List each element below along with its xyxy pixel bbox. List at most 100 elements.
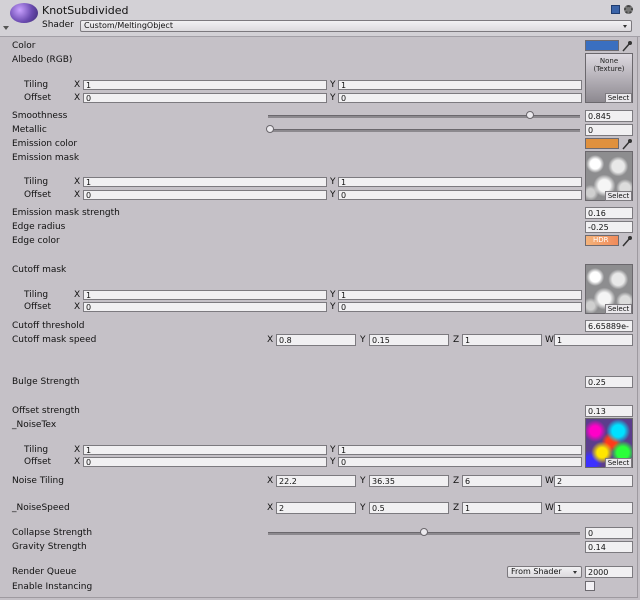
noise-tex-tiling-label: Tiling bbox=[24, 445, 49, 455]
albedo-tiling-x-field[interactable]: 1 bbox=[83, 80, 327, 90]
material-header: KnotSubdivided Shader Custom/MeltingObje… bbox=[0, 0, 640, 37]
gravity-strength-field[interactable]: 0.14 bbox=[585, 541, 633, 553]
smoothness-field[interactable]: 0.845 bbox=[585, 110, 633, 122]
noise-tex-offset-y-field[interactable]: 0 bbox=[338, 457, 582, 467]
cutoff-speed-y-field[interactable]: 0.15 bbox=[369, 334, 449, 346]
shader-label: Shader bbox=[42, 20, 74, 30]
noise-tex-tiling-x-field[interactable]: 1 bbox=[83, 445, 327, 455]
collapse-strength-field[interactable]: 0 bbox=[585, 527, 633, 539]
settings-gear-icon[interactable] bbox=[624, 5, 633, 14]
noise-speed-w-field[interactable]: 1 bbox=[554, 502, 633, 514]
edge-color-swatch[interactable]: HDR bbox=[585, 235, 619, 246]
noise-tex-texture-slot[interactable]: Select bbox=[585, 418, 633, 468]
albedo-tiling-y-field[interactable]: 1 bbox=[338, 80, 582, 90]
enable-instancing-checkbox[interactable] bbox=[585, 581, 595, 591]
metallic-slider-track[interactable] bbox=[268, 129, 580, 132]
material-title: KnotSubdivided bbox=[42, 4, 129, 17]
offset-strength-label: Offset strength bbox=[12, 406, 80, 416]
noise-speed-x-field[interactable]: 2 bbox=[276, 502, 356, 514]
albedo-offset-x-field[interactable]: 0 bbox=[83, 93, 327, 103]
render-queue-label: Render Queue bbox=[12, 567, 77, 577]
noise-tex-select-button[interactable]: Select bbox=[605, 458, 632, 468]
metallic-slider-handle[interactable] bbox=[266, 125, 274, 133]
emission-tiling-label: Tiling bbox=[24, 177, 49, 187]
eyedropper-icon[interactable] bbox=[622, 235, 632, 247]
emission-mask-select-button[interactable]: Select bbox=[605, 191, 632, 201]
emission-mask-strength-label: Emission mask strength bbox=[12, 208, 120, 218]
collapse-strength-label: Collapse Strength bbox=[12, 528, 93, 538]
emission-offset-x-axis: X bbox=[74, 190, 81, 200]
emission-mask-strength-field[interactable]: 0.16 bbox=[585, 207, 633, 219]
cutoff-mask-select-button[interactable]: Select bbox=[605, 304, 632, 314]
emission-color-swatch[interactable] bbox=[585, 138, 619, 149]
metallic-label: Metallic bbox=[12, 125, 47, 135]
color-swatch[interactable] bbox=[585, 40, 619, 51]
cutoff-mask-texture-slot[interactable]: Select bbox=[585, 264, 633, 314]
eyedropper-icon[interactable] bbox=[622, 40, 632, 52]
bulge-strength-field[interactable]: 0.25 bbox=[585, 376, 633, 388]
cutoff-speed-w-axis: W bbox=[545, 335, 554, 345]
noise-tiling-z-axis: Z bbox=[453, 476, 460, 486]
noise-speed-label: _NoiseSpeed bbox=[12, 503, 70, 513]
shader-dropdown[interactable]: Custom/MeltingObject bbox=[80, 20, 632, 32]
bulge-strength-label: Bulge Strength bbox=[12, 377, 80, 387]
albedo-offset-y-field[interactable]: 0 bbox=[338, 93, 582, 103]
noise-tiling-w-field[interactable]: 2 bbox=[554, 475, 633, 487]
book-help-icon[interactable] bbox=[611, 5, 620, 14]
render-queue-mode: From Shader bbox=[511, 567, 562, 576]
albedo-texture-slot[interactable]: None (Texture) Select bbox=[585, 53, 633, 103]
noise-speed-y-field[interactable]: 0.5 bbox=[369, 502, 449, 514]
cutoff-threshold-field[interactable]: 6.65889e- bbox=[585, 320, 633, 332]
collapse-slider-handle[interactable] bbox=[420, 528, 428, 536]
edge-color-label: Edge color bbox=[12, 236, 60, 246]
emission-color-label: Emission color bbox=[12, 139, 78, 149]
noise-tiling-z-field[interactable]: 6 bbox=[462, 475, 542, 487]
metallic-field[interactable]: 0 bbox=[585, 124, 633, 136]
albedo-select-button[interactable]: Select bbox=[605, 93, 632, 103]
emission-mask-texture-slot[interactable]: Select bbox=[585, 151, 633, 201]
render-queue-dropdown[interactable]: From Shader bbox=[507, 566, 582, 578]
foldout-arrow-icon[interactable] bbox=[3, 26, 9, 30]
noise-tiling-y-field[interactable]: 36.35 bbox=[369, 475, 449, 487]
material-sphere-icon bbox=[10, 3, 38, 23]
offset-strength-field[interactable]: 0.13 bbox=[585, 405, 633, 417]
noise-tiling-label: Noise Tiling bbox=[12, 476, 64, 486]
noise-speed-z-field[interactable]: 1 bbox=[462, 502, 542, 514]
emission-tiling-x-axis: X bbox=[74, 177, 81, 187]
noise-tex-offset-x-axis: X bbox=[74, 457, 81, 467]
noise-tex-tiling-y-axis: Y bbox=[330, 445, 336, 455]
emission-offset-x-field[interactable]: 0 bbox=[83, 190, 327, 200]
edge-radius-field[interactable]: -0.25 bbox=[585, 221, 633, 233]
albedo-offset-label: Offset bbox=[24, 93, 52, 103]
cutoff-speed-x-axis: X bbox=[267, 335, 274, 345]
emission-tiling-y-field[interactable]: 1 bbox=[338, 177, 582, 187]
smoothness-label: Smoothness bbox=[12, 111, 68, 121]
emission-tiling-x-field[interactable]: 1 bbox=[83, 177, 327, 187]
cutoff-tiling-x-field[interactable]: 1 bbox=[83, 290, 327, 300]
emission-offset-y-field[interactable]: 0 bbox=[338, 190, 582, 200]
noise-speed-z-axis: Z bbox=[453, 503, 460, 513]
cutoff-offset-y-field[interactable]: 0 bbox=[338, 302, 582, 312]
cutoff-mask-speed-label: Cutoff mask speed bbox=[12, 335, 97, 345]
eyedropper-icon[interactable] bbox=[622, 138, 632, 150]
albedo-offset-x-axis: X bbox=[74, 93, 81, 103]
noise-tex-label: _NoiseTex bbox=[12, 420, 57, 430]
noise-tiling-x-field[interactable]: 22.2 bbox=[276, 475, 356, 487]
albedo-label: Albedo (RGB) bbox=[12, 55, 73, 65]
cutoff-speed-w-field[interactable]: 1 bbox=[554, 334, 633, 346]
cutoff-offset-y-axis: Y bbox=[330, 302, 336, 312]
render-queue-field[interactable]: 2000 bbox=[585, 566, 633, 578]
cutoff-tiling-x-axis: X bbox=[74, 290, 81, 300]
edge-radius-label: Edge radius bbox=[12, 222, 66, 232]
dropdown-arrow-icon bbox=[573, 571, 577, 574]
noise-tex-offset-x-field[interactable]: 0 bbox=[83, 457, 327, 467]
emission-offset-y-axis: Y bbox=[330, 190, 336, 200]
cutoff-speed-z-field[interactable]: 1 bbox=[462, 334, 542, 346]
noise-tiling-x-axis: X bbox=[267, 476, 274, 486]
cutoff-offset-x-field[interactable]: 0 bbox=[83, 302, 327, 312]
cutoff-threshold-label: Cutoff threshold bbox=[12, 321, 85, 331]
cutoff-speed-z-axis: Z bbox=[453, 335, 460, 345]
noise-tex-tiling-y-field[interactable]: 1 bbox=[338, 445, 582, 455]
cutoff-speed-x-field[interactable]: 0.8 bbox=[276, 334, 356, 346]
cutoff-tiling-y-field[interactable]: 1 bbox=[338, 290, 582, 300]
